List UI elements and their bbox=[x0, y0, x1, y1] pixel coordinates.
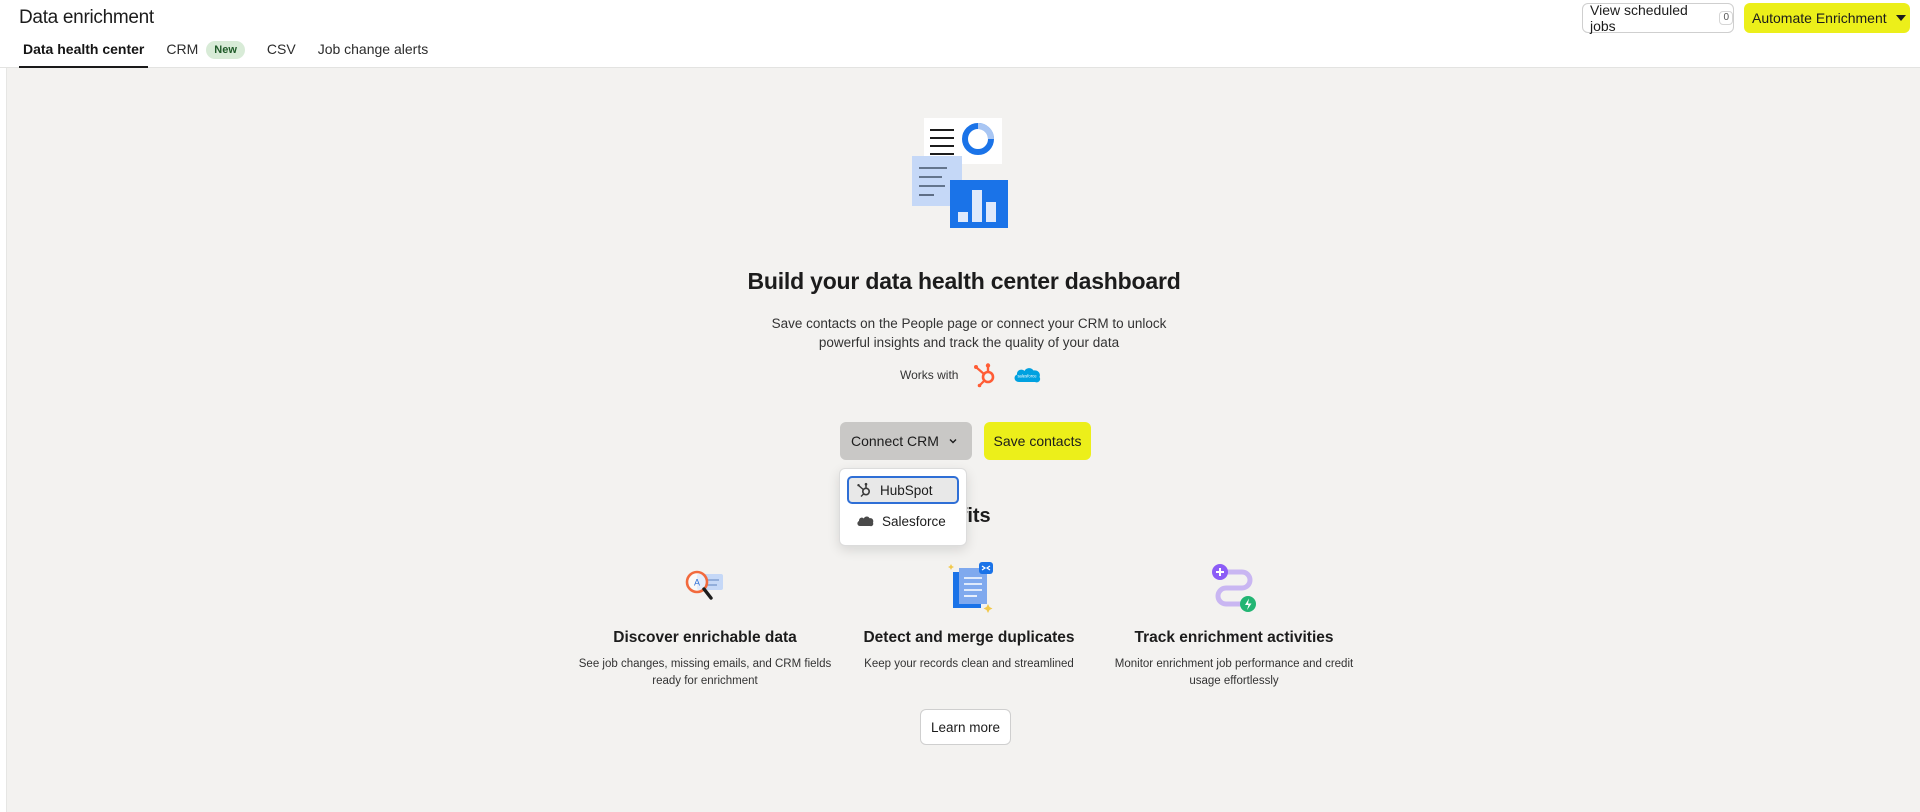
salesforce-logo-icon: salesforce bbox=[1014, 368, 1041, 383]
benefit-card-track: Track enrichment activities Monitor enri… bbox=[1104, 562, 1364, 690]
duplicate-documents-icon bbox=[948, 562, 993, 613]
connect-crm-dropdown: HubSpot Salesforce bbox=[839, 468, 967, 546]
automate-enrichment-button[interactable]: Automate Enrichment bbox=[1744, 3, 1910, 33]
dropdown-item-hubspot[interactable]: HubSpot bbox=[847, 476, 959, 504]
tab-label: CSV bbox=[266, 41, 296, 57]
salesforce-cloud-icon bbox=[857, 516, 874, 527]
hero-title: Build your data health center dashboard bbox=[747, 268, 1181, 294]
connect-crm-button[interactable]: Connect CRM bbox=[840, 422, 972, 460]
main-content: Build your data health center dashboard … bbox=[6, 68, 1920, 812]
tab-crm[interactable]: CRM New bbox=[166, 38, 245, 68]
save-contacts-button[interactable]: Save contacts bbox=[984, 422, 1091, 460]
caret-down-icon bbox=[1895, 15, 1906, 21]
page-title: Data enrichment bbox=[19, 7, 154, 28]
magnifier-icon: A bbox=[685, 570, 723, 600]
benefit-title: Discover enrichable data bbox=[613, 629, 797, 646]
tab-csv[interactable]: CSV bbox=[267, 38, 296, 68]
benefit-description: Monitor enrichment job performance and c… bbox=[1114, 658, 1354, 687]
dropdown-item-salesforce[interactable]: Salesforce bbox=[847, 507, 959, 535]
benefit-card-discover: A Discover enrichable data See job chang… bbox=[575, 562, 835, 690]
hubspot-logo-icon bbox=[974, 363, 995, 388]
works-with-label: Works with bbox=[900, 368, 959, 382]
dropdown-item-label: HubSpot bbox=[880, 482, 933, 498]
works-with-row: Works with salesforce bbox=[900, 362, 1042, 388]
benefit-description: Keep your records clean and streamlined bbox=[864, 658, 1074, 670]
new-badge: New bbox=[206, 41, 245, 59]
button-label: Learn more bbox=[930, 719, 1001, 735]
dropdown-item-label: Salesforce bbox=[882, 513, 946, 529]
button-label: Connect CRM bbox=[851, 433, 939, 449]
dashboard-illustration-icon bbox=[912, 118, 1008, 228]
button-label: Save contacts bbox=[993, 433, 1082, 449]
scheduled-jobs-count: 0 bbox=[1719, 11, 1733, 25]
tab-label: Job change alerts bbox=[317, 41, 429, 57]
svg-text:A: A bbox=[694, 578, 700, 588]
button-label: Automate Enrichment bbox=[1752, 10, 1887, 26]
hubspot-icon bbox=[857, 482, 871, 498]
svg-text:salesforce: salesforce bbox=[1018, 374, 1038, 379]
tab-data-health-center[interactable]: Data health center bbox=[18, 38, 149, 68]
tab-label: CRM bbox=[166, 41, 199, 57]
view-scheduled-jobs-button[interactable]: View scheduled jobs 0 bbox=[1582, 2, 1734, 34]
tab-label: Data health center bbox=[23, 41, 145, 57]
activity-path-icon bbox=[1212, 564, 1256, 612]
benefit-title: Track enrichment activities bbox=[1134, 629, 1334, 646]
button-label: View scheduled jobs bbox=[1590, 2, 1688, 34]
benefit-card-duplicates: Detect and merge duplicates Keep your re… bbox=[839, 562, 1099, 673]
tab-bar: Data health center CRM New CSV Job chang… bbox=[18, 38, 450, 68]
benefit-description: See job changes, missing emails, and CRM… bbox=[578, 658, 832, 687]
tab-job-change-alerts[interactable]: Job change alerts bbox=[318, 38, 429, 68]
learn-more-button[interactable]: Learn more bbox=[920, 709, 1011, 745]
top-header: Data enrichment Data health center CRM N… bbox=[0, 0, 1920, 68]
chevron-down-icon bbox=[949, 439, 957, 444]
hero-description: Save contacts on the People page or conn… bbox=[771, 316, 1167, 350]
benefit-title: Detect and merge duplicates bbox=[863, 629, 1075, 646]
